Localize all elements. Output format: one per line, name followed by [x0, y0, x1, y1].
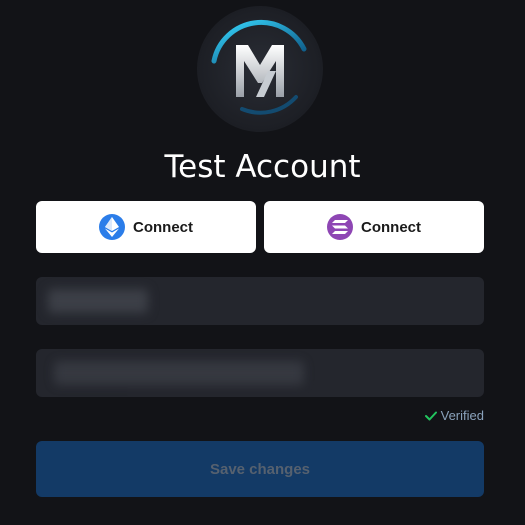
verified-status: Verified — [424, 408, 484, 423]
connect-ethereum-label: Connect — [133, 218, 193, 236]
solana-icon — [327, 214, 353, 240]
redacted-value — [48, 289, 148, 313]
email-input[interactable] — [36, 349, 484, 397]
connect-solana-label: Connect — [361, 218, 421, 236]
brand-logo-icon — [197, 6, 323, 132]
page-title: Test Account — [164, 149, 361, 185]
account-settings-page: Test Account Connect Connect Verified Sa… — [0, 0, 525, 525]
verified-label: Verified — [440, 408, 484, 423]
connect-solana-button[interactable]: Connect — [264, 201, 484, 253]
ethereum-icon — [99, 214, 125, 240]
redacted-value — [54, 361, 304, 385]
avatar[interactable] — [196, 5, 324, 133]
check-icon — [424, 411, 437, 420]
save-changes-button[interactable]: Save changes — [36, 441, 484, 497]
connect-ethereum-button[interactable]: Connect — [36, 201, 256, 253]
name-input[interactable] — [36, 277, 484, 325]
